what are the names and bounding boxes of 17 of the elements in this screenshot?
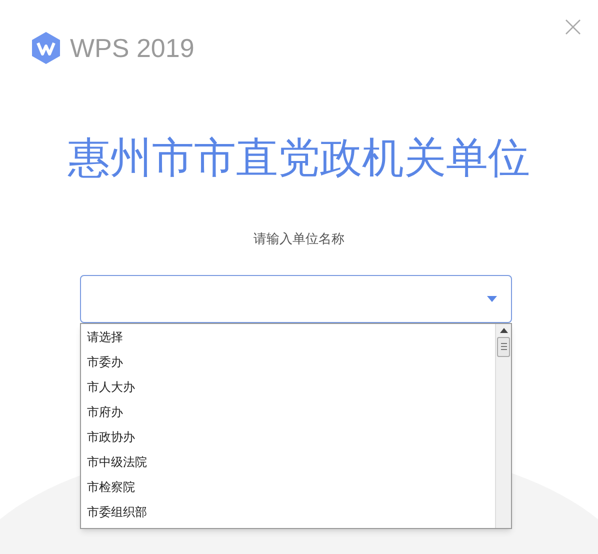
page-title: 惠州市市直党政机关单位	[68, 137, 530, 179]
prompt-label: 请输入单位名称	[254, 230, 344, 248]
unit-select[interactable]	[80, 274, 512, 322]
scrollbar[interactable]	[495, 324, 511, 528]
logo-icon	[30, 31, 62, 65]
dropdown-option[interactable]: 市检察院	[81, 474, 495, 500]
caret-icon	[487, 296, 497, 302]
dropdown-option[interactable]: 市府办	[81, 400, 495, 424]
brand-name: WPS 2019	[70, 35, 194, 61]
dropdown-option[interactable]: 请选择	[81, 324, 495, 350]
scroll-thumb[interactable]	[497, 336, 510, 356]
scroll-up-icon[interactable]	[500, 328, 508, 332]
dropdown-option[interactable]: 市人大办	[81, 374, 495, 400]
dropdown-option[interactable]: 市政协办	[81, 424, 495, 450]
dropdown-option[interactable]: 市委组织部	[81, 500, 495, 524]
dropdown-option[interactable]: 市委办	[81, 350, 495, 374]
dropdown-option[interactable]: 市中级法院	[81, 450, 495, 474]
